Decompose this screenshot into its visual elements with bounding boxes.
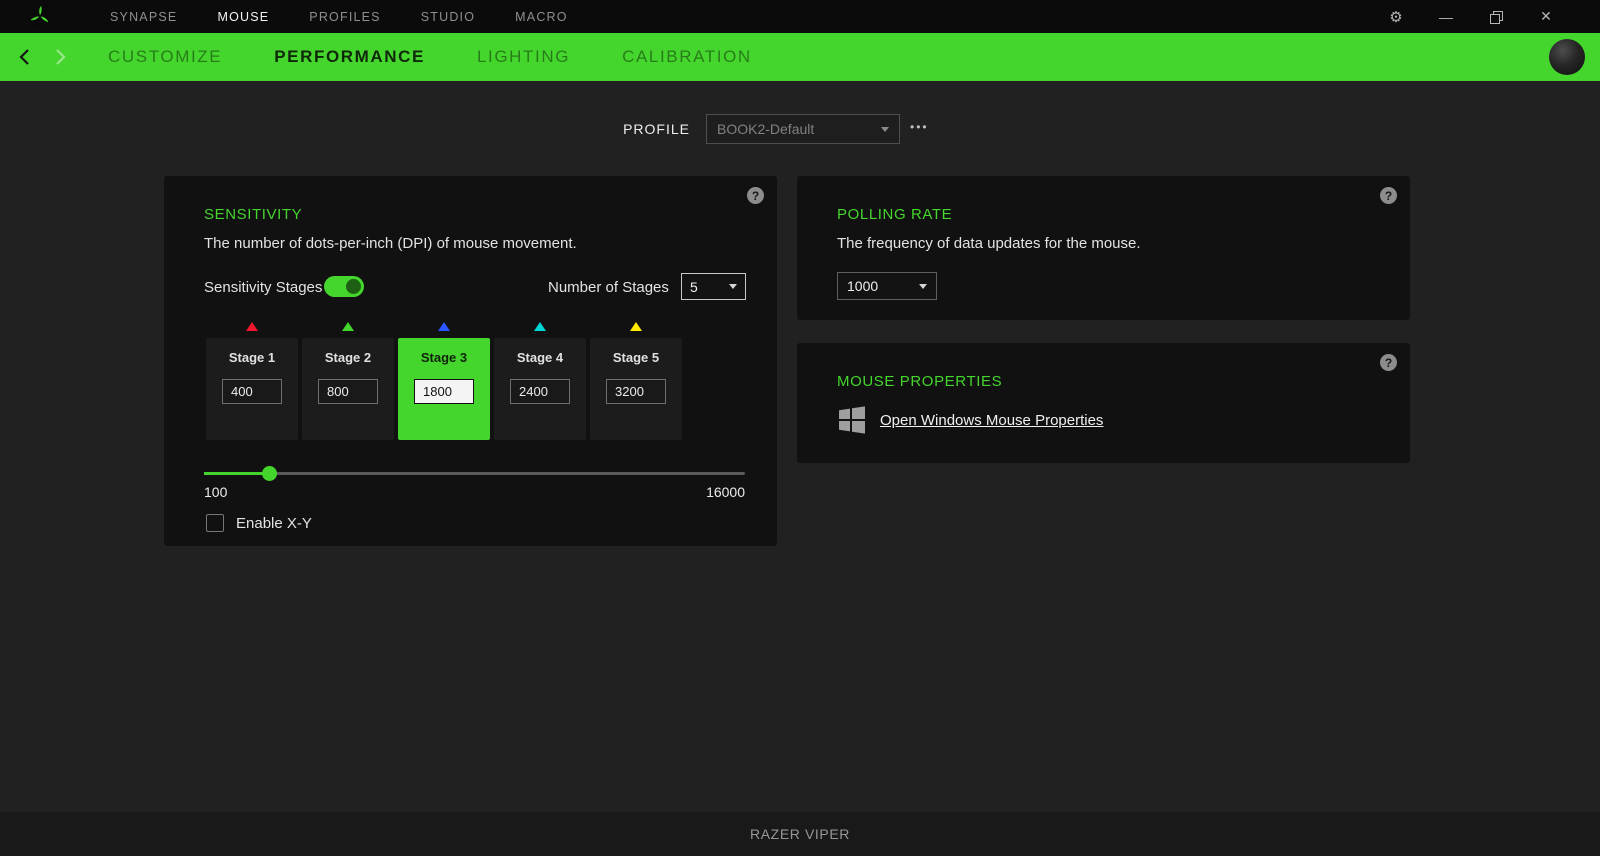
stage-4-dpi-input[interactable]	[510, 379, 570, 404]
stage-1-box[interactable]: Stage 1	[206, 338, 298, 440]
stage-5-column: Stage 5	[590, 322, 682, 440]
chevron-down-icon	[919, 283, 927, 289]
help-icon[interactable]: ?	[747, 187, 764, 204]
window-controls: ⚙ — ✕	[1371, 0, 1571, 33]
stage-5-marker-icon	[630, 322, 642, 331]
close-icon: ✕	[1540, 8, 1552, 24]
stage-5-label: Stage 5	[612, 350, 660, 365]
stage-4-marker-icon	[534, 322, 546, 331]
chevron-left-icon	[18, 49, 29, 65]
number-of-stages-value: 5	[690, 278, 698, 295]
slider-labels: 100 16000	[204, 484, 745, 500]
number-of-stages-dropdown[interactable]: 5	[681, 273, 746, 300]
forward-button[interactable]	[46, 33, 74, 81]
mouse-properties-card: ? MOUSE PROPERTIES Open Windows Mouse Pr…	[797, 343, 1410, 463]
nav-macro[interactable]: MACRO	[515, 10, 568, 24]
mouse-properties-row: Open Windows Mouse Properties	[837, 405, 1103, 435]
stage-5-box[interactable]: Stage 5	[590, 338, 682, 440]
titlebar: SYNAPSE MOUSE PROFILES STUDIO MACRO ⚙ — …	[0, 0, 1600, 33]
minimize-icon: —	[1439, 8, 1453, 25]
close-button[interactable]: ✕	[1521, 0, 1571, 33]
windows-logo-icon	[839, 406, 865, 434]
sensitivity-stages-toggle[interactable]	[324, 276, 364, 297]
tab-customize[interactable]: CUSTOMIZE	[108, 47, 222, 67]
polling-rate-title: POLLING RATE	[837, 206, 953, 223]
top-nav: SYNAPSE MOUSE PROFILES STUDIO MACRO	[110, 0, 568, 33]
dpi-slider[interactable]	[204, 466, 745, 481]
stage-5-dpi-input[interactable]	[606, 379, 666, 404]
avatar[interactable]	[1549, 39, 1585, 75]
sensitivity-description: The number of dots-per-inch (DPI) of mou…	[204, 235, 577, 252]
profile-dropdown[interactable]: BOOK2-Default	[706, 114, 900, 144]
nav-studio[interactable]: STUDIO	[421, 10, 475, 24]
slider-fill	[204, 466, 277, 481]
device-tabs: CUSTOMIZE PERFORMANCE LIGHTING CALIBRATI…	[108, 47, 752, 67]
enable-xy-checkbox[interactable]	[206, 514, 224, 532]
stage-3-marker-icon	[438, 322, 450, 331]
stage-1-label: Stage 1	[228, 350, 276, 365]
polling-rate-description: The frequency of data updates for the mo…	[837, 235, 1141, 252]
chevron-right-icon	[55, 49, 66, 65]
sensitivity-title: SENSITIVITY	[204, 206, 303, 223]
polling-rate-card: ? POLLING RATE The frequency of data upd…	[797, 176, 1410, 320]
nav-profiles[interactable]: PROFILES	[309, 10, 380, 24]
stage-3-box[interactable]: Stage 3	[398, 338, 490, 440]
slider-min-label: 100	[204, 484, 228, 500]
device-name: RAZER VIPER	[750, 826, 850, 842]
tab-lighting[interactable]: LIGHTING	[477, 47, 570, 67]
profile-label: PROFILE	[623, 121, 690, 137]
stage-4-label: Stage 4	[516, 350, 564, 365]
stage-2-box[interactable]: Stage 2	[302, 338, 394, 440]
stage-2-label: Stage 2	[324, 350, 372, 365]
tab-performance[interactable]: PERFORMANCE	[274, 47, 425, 67]
stage-1-column: Stage 1	[206, 322, 298, 440]
slider-max-label: 16000	[706, 484, 745, 500]
stage-1-marker-icon	[246, 322, 258, 331]
maximize-button[interactable]	[1471, 0, 1521, 33]
polling-rate-value: 1000	[847, 278, 879, 294]
tab-calibration[interactable]: CALIBRATION	[622, 47, 752, 67]
stage-3-label: Stage 3	[420, 350, 468, 365]
enable-xy-label: Enable X-Y	[236, 514, 312, 532]
stage-3-column: Stage 3	[398, 322, 490, 440]
gear-icon: ⚙	[1389, 8, 1403, 26]
dpi-stages: Stage 1 Stage 2 Stage 3	[206, 322, 682, 440]
help-icon[interactable]: ?	[1380, 354, 1397, 371]
slider-thumb[interactable]	[262, 466, 277, 481]
nav-synapse[interactable]: SYNAPSE	[110, 10, 177, 24]
profile-selected-value: BOOK2-Default	[717, 121, 815, 137]
stage-3-dpi-input[interactable]	[414, 379, 474, 404]
enable-xy-row: Enable X-Y	[206, 514, 312, 532]
sensitivity-stages-label: Sensitivity Stages	[204, 279, 323, 296]
open-windows-mouse-properties-link[interactable]: Open Windows Mouse Properties	[880, 412, 1103, 429]
razer-logo-icon[interactable]	[27, 3, 53, 29]
polling-rate-dropdown[interactable]: 1000	[837, 272, 937, 300]
stage-4-box[interactable]: Stage 4	[494, 338, 586, 440]
help-icon[interactable]: ?	[1380, 187, 1397, 204]
chevron-down-icon	[881, 126, 889, 132]
stage-1-dpi-input[interactable]	[222, 379, 282, 404]
stage-2-column: Stage 2	[302, 322, 394, 440]
profile-more-button[interactable]: •••	[910, 120, 929, 134]
device-bar: RAZER VIPER	[0, 812, 1600, 856]
number-of-stages-label: Number of Stages	[548, 279, 669, 296]
settings-button[interactable]: ⚙	[1371, 0, 1421, 33]
stage-2-marker-icon	[342, 322, 354, 331]
stage-4-column: Stage 4	[494, 322, 586, 440]
razer-synapse-window: SYNAPSE MOUSE PROFILES STUDIO MACRO ⚙ — …	[0, 0, 1600, 856]
toggle-knob	[346, 279, 361, 294]
back-button[interactable]	[10, 33, 38, 81]
subnav: CUSTOMIZE PERFORMANCE LIGHTING CALIBRATI…	[0, 33, 1600, 81]
sensitivity-card: ? SENSITIVITY The number of dots-per-inc…	[164, 176, 777, 546]
minimize-button[interactable]: —	[1421, 0, 1471, 33]
mouse-properties-title: MOUSE PROPERTIES	[837, 373, 1003, 390]
slider-track[interactable]	[204, 466, 745, 481]
chevron-down-icon	[729, 284, 737, 289]
stage-2-dpi-input[interactable]	[318, 379, 378, 404]
restore-icon	[1490, 10, 1503, 24]
nav-mouse[interactable]: MOUSE	[217, 10, 269, 24]
